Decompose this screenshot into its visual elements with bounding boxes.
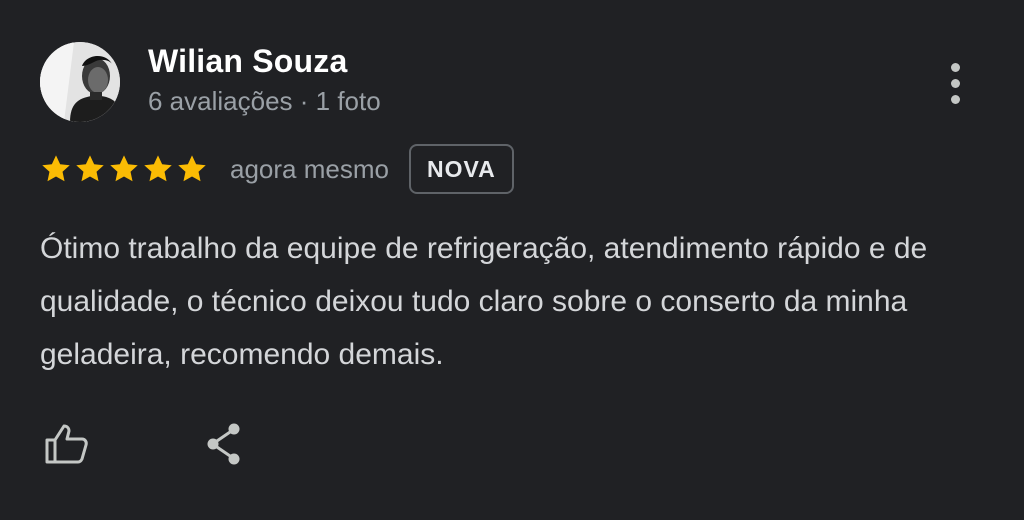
- star-icon: [108, 153, 140, 185]
- new-badge: NOVA: [408, 144, 514, 194]
- review-actions: [40, 418, 250, 470]
- star-icon: [74, 153, 106, 185]
- star-icon: [142, 153, 174, 185]
- more-vert-icon-dot: [950, 94, 960, 104]
- share-button[interactable]: [198, 418, 250, 470]
- like-button[interactable]: [40, 418, 92, 470]
- star-icon: [176, 153, 208, 185]
- more-vert-icon: [950, 62, 960, 72]
- author-meta: 6 avaliações · 1 foto: [148, 86, 381, 116]
- review-card: Wilian Souza 6 avaliações · 1 foto agora…: [0, 0, 1024, 520]
- author-name[interactable]: Wilian Souza: [148, 43, 347, 80]
- author-avatar[interactable]: [40, 42, 120, 122]
- rating-row: agora mesmo NOVA: [40, 142, 514, 196]
- review-time: agora mesmo: [230, 153, 389, 184]
- star-icon: [40, 153, 72, 185]
- thumb-up-icon: [45, 424, 88, 464]
- more-options-button[interactable]: [932, 56, 978, 110]
- star-rating: [40, 153, 208, 185]
- review-text: Ótimo trabalho da equipe de refrigeração…: [40, 232, 928, 371]
- share-icon: [207, 423, 240, 465]
- more-vert-icon-dot: [950, 78, 960, 88]
- user-photo-icon: [40, 42, 120, 122]
